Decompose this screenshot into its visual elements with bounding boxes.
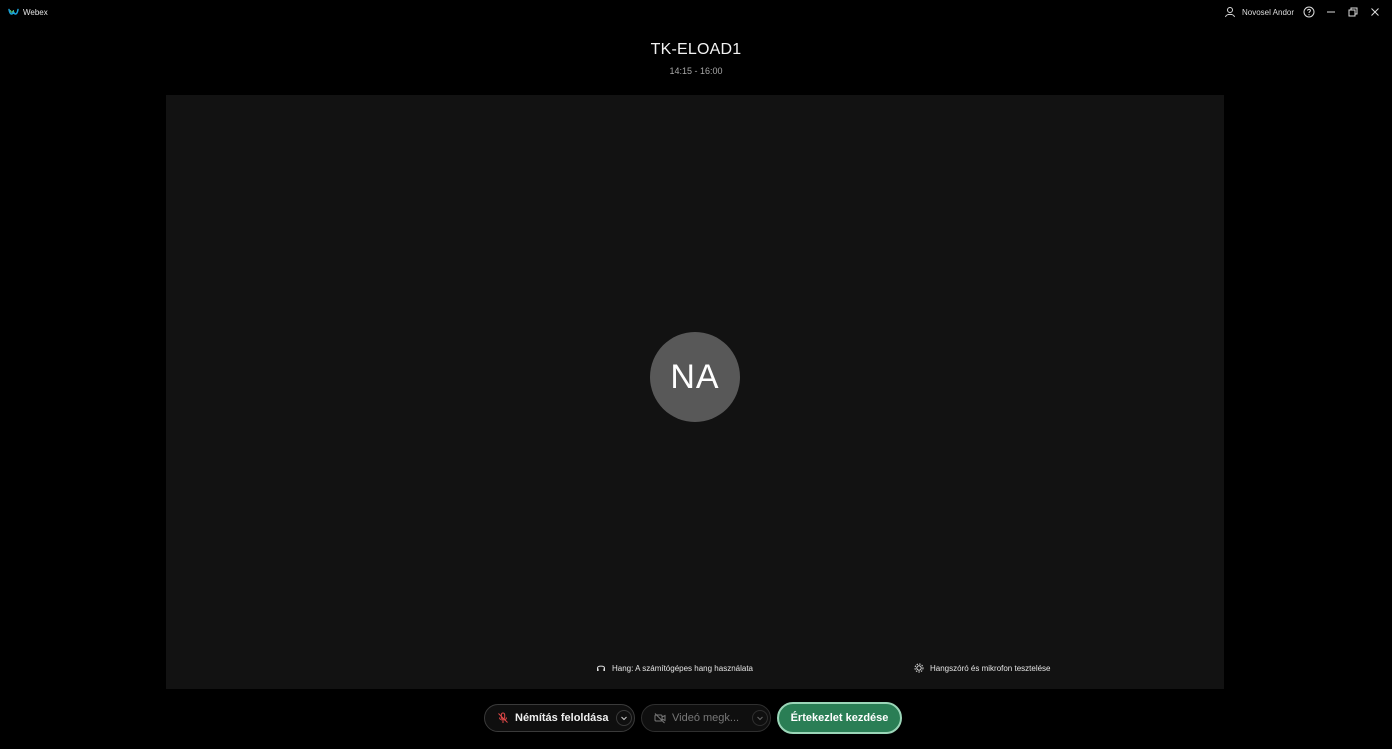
restore-icon[interactable] [1346, 5, 1360, 19]
start-video-button[interactable]: Videó megk... [642, 705, 739, 731]
close-icon[interactable] [1368, 5, 1382, 19]
audio-connection-link[interactable]: Hang: A számítógépes hang használata [596, 663, 753, 673]
meeting-controls: Némítás feloldása Videó megk... Értekezl… [0, 700, 1392, 736]
mute-control: Némítás feloldása [484, 704, 635, 732]
chevron-down-icon [621, 716, 627, 721]
unmute-button[interactable]: Némítás feloldása [485, 705, 609, 731]
chevron-down-icon [757, 716, 763, 721]
audio-options-row: Hang: A számítógépes hang használata Han… [166, 663, 1224, 679]
meeting-title: TK-ELOAD1 [650, 41, 742, 58]
minimize-icon[interactable] [1324, 5, 1338, 19]
avatar: NA [650, 332, 740, 422]
video-options-dropdown[interactable] [752, 710, 768, 726]
window-controls: Novosel Andor [1223, 5, 1392, 19]
gear-icon [914, 663, 924, 673]
headset-icon [596, 663, 606, 673]
title-bar: Webex Novosel Andor [0, 0, 1392, 24]
test-audio-label: Hangszóró és mikrofon tesztelése [930, 663, 1051, 673]
app-identity: Webex [0, 8, 48, 17]
muted-microphone-icon [497, 712, 509, 724]
help-icon[interactable] [1302, 5, 1316, 19]
user-icon [1223, 5, 1237, 19]
test-audio-link[interactable]: Hangszóró és mikrofon tesztelése [914, 663, 1051, 673]
video-off-icon [654, 712, 666, 724]
unmute-label: Némítás feloldása [515, 712, 609, 724]
audio-options-dropdown[interactable] [616, 710, 632, 726]
webex-logo-icon [8, 8, 19, 17]
meeting-time: 14:15 - 16:00 [669, 66, 723, 76]
start-meeting-button[interactable]: Értekezlet kezdése [777, 702, 902, 734]
video-control: Videó megk... [641, 704, 771, 732]
app-name: Webex [23, 7, 48, 17]
video-preview: NA Hang: A számítógépes hang használata … [166, 95, 1224, 689]
user-menu[interactable]: Novosel Andor [1223, 5, 1294, 19]
user-name: Novosel Andor [1241, 7, 1294, 17]
audio-connection-label: Hang: A számítógépes hang használata [612, 663, 753, 673]
video-label: Videó megk... [672, 712, 740, 724]
